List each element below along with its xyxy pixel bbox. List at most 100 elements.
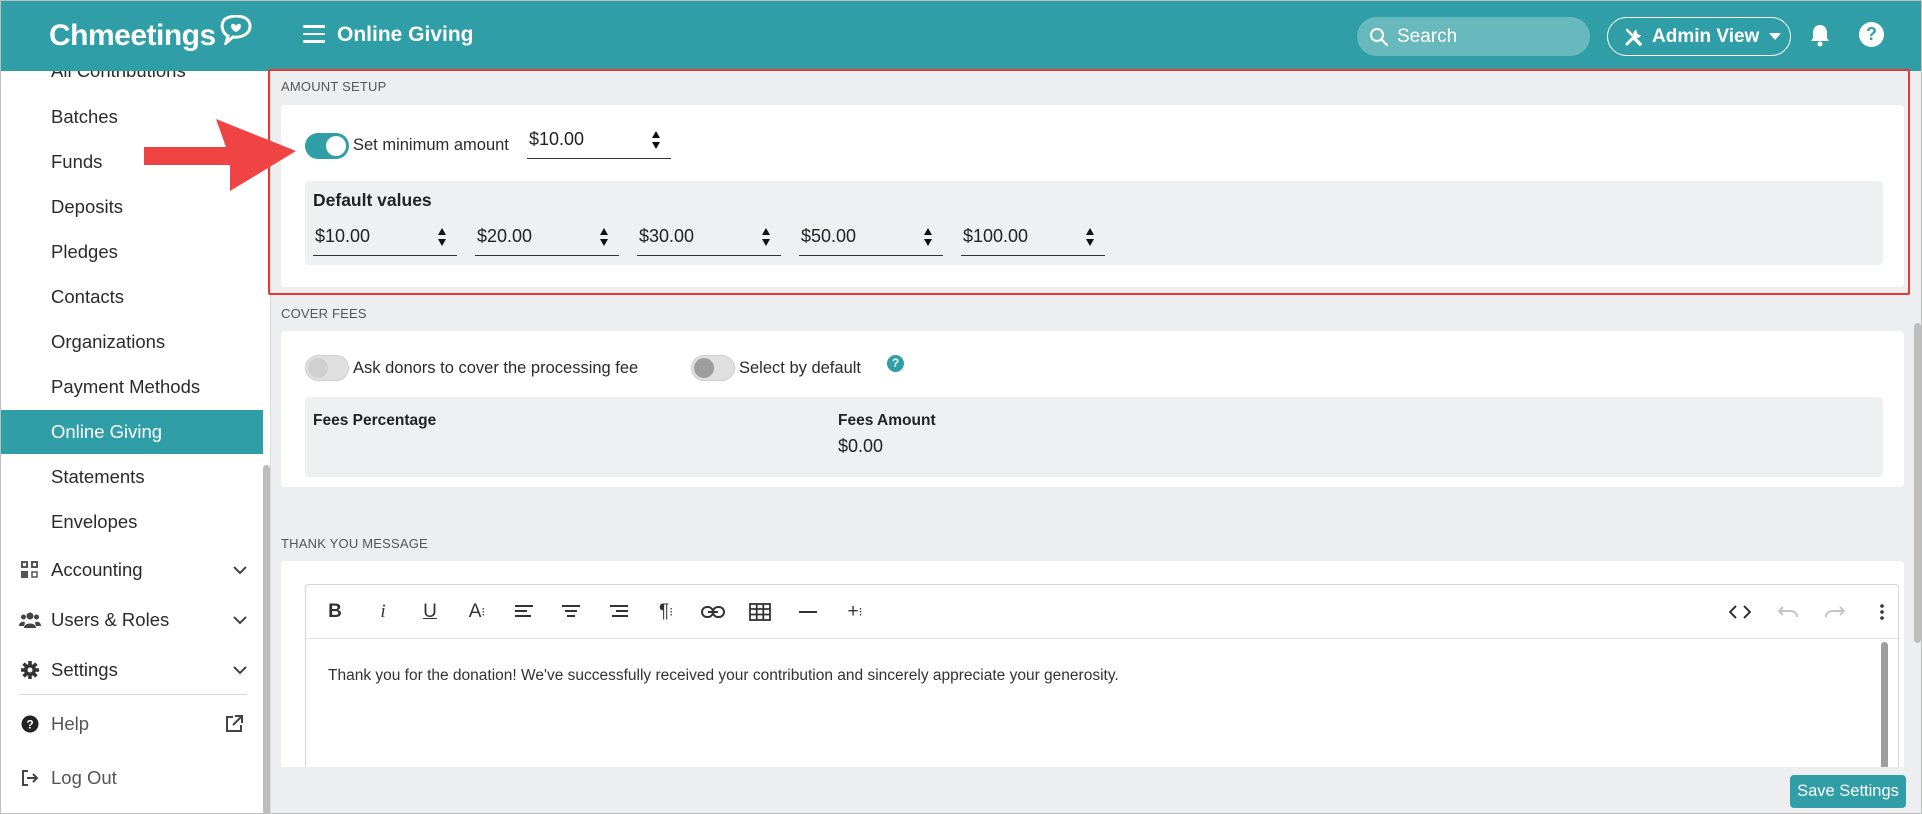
- default-values-box: Default values $10.00 $20.00 $30.00 $50.…: [305, 181, 1883, 265]
- default-value-input-3[interactable]: $30.00: [637, 218, 781, 256]
- font-size-icon[interactable]: A ⁝: [462, 597, 492, 627]
- sidebar-scrollbar[interactable]: [263, 465, 270, 813]
- sidebar-group-label: Accounting: [51, 559, 143, 580]
- code-view-icon[interactable]: [1725, 597, 1755, 627]
- default-value: $50.00: [801, 226, 857, 246]
- sidebar-group-label: Settings: [51, 659, 118, 680]
- underline-icon[interactable]: U: [415, 597, 445, 627]
- default-value-input-2[interactable]: $20.00: [475, 218, 619, 256]
- external-link-icon: [226, 715, 243, 732]
- menu-icon[interactable]: [303, 25, 325, 45]
- admin-view-label: Admin View: [1652, 25, 1760, 47]
- sidebar-help[interactable]: ? Help: [1, 702, 263, 746]
- chevron-down-icon: [233, 565, 247, 574]
- page-title: Online Giving: [337, 23, 474, 46]
- help-circle-icon: ?: [19, 713, 41, 735]
- number-spinner-icon[interactable]: [649, 130, 663, 149]
- number-spinner-icon[interactable]: [435, 227, 449, 246]
- sidebar-item-online-giving[interactable]: Online Giving: [1, 410, 263, 454]
- sidebar-item-contacts[interactable]: Contacts: [1, 275, 263, 319]
- italic-icon[interactable]: i: [368, 597, 398, 627]
- save-settings-button[interactable]: Save Settings: [1790, 775, 1906, 808]
- svg-text:?: ?: [26, 718, 33, 732]
- undo-icon[interactable]: [1773, 597, 1803, 627]
- sidebar-item-label: Batches: [51, 106, 118, 127]
- users-icon: [19, 609, 41, 631]
- sidebar-item-pledges[interactable]: Pledges: [1, 230, 263, 274]
- annotation-arrow-icon: [144, 119, 296, 191]
- sidebar-logout[interactable]: Log Out: [1, 756, 263, 800]
- paragraph-icon[interactable]: ¶ ⁝: [651, 597, 681, 627]
- fees-amount-value: $0.00: [838, 436, 884, 456]
- search-input[interactable]: [1397, 25, 1577, 48]
- default-value: $20.00: [477, 226, 533, 246]
- logo-text: Chmeetings: [49, 19, 216, 52]
- more-icon[interactable]: [1867, 597, 1897, 627]
- chevron-down-icon: [233, 615, 247, 624]
- search-icon: [1370, 27, 1389, 46]
- sidebar-item-organizations[interactable]: Organizations: [1, 320, 263, 364]
- number-spinner-icon[interactable]: [759, 227, 773, 246]
- align-left-icon[interactable]: [509, 597, 539, 627]
- default-value: $30.00: [639, 226, 695, 246]
- select-default-toggle[interactable]: [691, 355, 735, 381]
- cover-fees-card: Ask donors to cover the processing fee S…: [281, 331, 1904, 487]
- top-bar: Chmeetings Online Giving Admin View: [1, 1, 1921, 71]
- min-amount-toggle[interactable]: [305, 133, 349, 159]
- thank-you-message-text[interactable]: Thank you for the donation! We've succes…: [328, 667, 1119, 685]
- sidebar-item-label: Statements: [51, 466, 145, 487]
- amount-setup-section-label: AMOUNT SETUP: [281, 79, 387, 94]
- select-default-label: Select by default: [739, 359, 861, 377]
- sidebar-item-label: Deposits: [51, 196, 123, 217]
- align-center-icon[interactable]: [556, 597, 586, 627]
- sidebar-item-label: Pledges: [51, 241, 118, 262]
- sidebar-item-label: Online Giving: [51, 421, 163, 442]
- bold-icon[interactable]: B: [320, 597, 350, 627]
- bell-icon[interactable]: [1809, 23, 1831, 47]
- default-value-input-1[interactable]: $10.00: [313, 218, 457, 256]
- number-spinner-icon[interactable]: [597, 227, 611, 246]
- default-value-input-4[interactable]: $50.00: [799, 218, 943, 256]
- sidebar-item-payment-methods[interactable]: Payment Methods: [1, 365, 263, 409]
- chevron-down-icon: [1769, 33, 1782, 40]
- sidebar-item-label: Funds: [51, 151, 103, 172]
- sidebar-group-settings[interactable]: Settings: [1, 648, 263, 692]
- link-icon[interactable]: [698, 597, 728, 627]
- horizontal-rule-icon[interactable]: [793, 597, 823, 627]
- sidebar-divider: [19, 694, 247, 695]
- app-window: Chmeetings Online Giving Admin View: [0, 0, 1922, 814]
- align-right-icon[interactable]: [604, 597, 634, 627]
- admin-view-button[interactable]: Admin View: [1607, 17, 1791, 56]
- question-icon[interactable]: ?: [887, 355, 904, 372]
- table-icon[interactable]: [745, 597, 775, 627]
- number-spinner-icon[interactable]: [1083, 227, 1097, 246]
- number-spinner-icon[interactable]: [921, 227, 935, 246]
- sidebar-item-deposits[interactable]: Deposits: [1, 185, 263, 229]
- main-scrollbar[interactable]: [1914, 323, 1921, 643]
- help-icon[interactable]: ?: [1859, 22, 1884, 47]
- sidebar-item-all-contributions[interactable]: All Contributions: [1, 71, 263, 93]
- tools-icon: [1625, 28, 1642, 46]
- min-amount-value: $10.00: [529, 129, 585, 149]
- insert-icon[interactable]: + ⁝: [840, 597, 870, 627]
- cover-fees-section-label: COVER FEES: [281, 306, 367, 321]
- redo-icon[interactable]: [1820, 597, 1850, 627]
- cover-fee-label: Ask donors to cover the processing fee: [353, 359, 639, 377]
- default-value: $10.00: [315, 226, 371, 246]
- sidebar-item-envelopes[interactable]: Envelopes: [1, 500, 263, 544]
- amount-setup-card: Set minimum amount $10.00 Default values…: [268, 69, 1910, 295]
- sidebar-group-users-roles[interactable]: Users & Roles: [1, 598, 263, 642]
- min-amount-input[interactable]: $10.00: [527, 121, 671, 159]
- editor-scrollbar[interactable]: [1881, 642, 1888, 782]
- sidebar-group-accounting[interactable]: Accounting: [1, 548, 263, 592]
- sidebar-group-label: Users & Roles: [51, 609, 170, 630]
- search-box[interactable]: [1357, 17, 1590, 56]
- editor-toolbar: B i U A ⁝ ¶ ⁝ + ⁝: [306, 585, 1898, 639]
- default-value-input-5[interactable]: $100.00: [961, 218, 1105, 256]
- sidebar-item-label: Organizations: [51, 331, 166, 352]
- logo[interactable]: Chmeetings: [49, 15, 253, 56]
- sidebar-item-statements[interactable]: Statements: [1, 455, 263, 499]
- cover-fee-toggle[interactable]: [305, 355, 349, 381]
- accounting-icon: [19, 559, 41, 581]
- fees-percentage-label: Fees Percentage: [313, 412, 437, 429]
